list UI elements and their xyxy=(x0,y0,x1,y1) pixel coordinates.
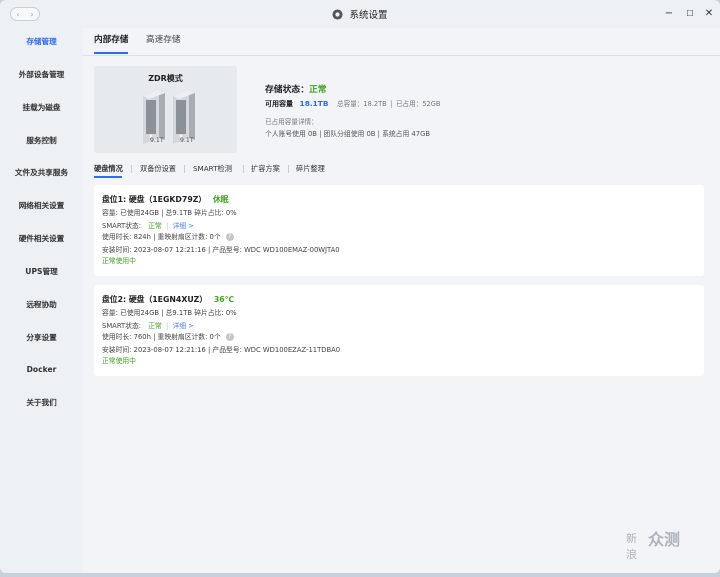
subtab-divider xyxy=(131,165,132,173)
sidebar-item-external-devices[interactable]: 外部设备管理 xyxy=(0,65,83,85)
sidebar-item-docker[interactable]: Docker xyxy=(0,360,83,380)
smart-label: SMART状态: xyxy=(102,222,142,230)
settings-window: ‹ › 系统设置 − ☐ ✕ 存储管理 外部设备管理 挂载为磁盘 服务控制 文件… xyxy=(0,0,720,573)
used-capacity-text: 已占用：52GB xyxy=(395,100,441,108)
capacity-line: 可用容量 18.1TB 总容量：18.2TB | 已占用：52GB xyxy=(265,99,441,108)
tab-internal-storage[interactable]: 内部存储 xyxy=(94,34,128,46)
watermark-right-text: 众测 xyxy=(648,530,681,549)
disk-usage-line: 使用时长: 824h | 重映射扇区计数: 0个 ? xyxy=(102,231,234,241)
disk-usage: 使用时长: 824h | 重映射扇区计数: 0个 xyxy=(102,233,221,241)
maximize-button[interactable]: ☐ xyxy=(684,8,696,20)
usage-detail-title: 已占用容量详情： xyxy=(265,118,318,126)
subtab-defrag[interactable]: 碎片整理 xyxy=(296,164,325,174)
hard-drive-icon xyxy=(143,90,165,144)
active-tab-indicator xyxy=(94,52,128,54)
zdr-mode-title: ZDR模式 xyxy=(148,74,183,83)
sidebar: 存储管理 外部设备管理 挂载为磁盘 服务控制 文件及共享服务 网络相关设置 硬件… xyxy=(0,28,83,573)
available-capacity-label: 可用容量 xyxy=(265,100,293,108)
disk-card: 盘位2: 硬盘（1EGN4XUZ） 36℃ 容量: 已使用24GB | 总9.1… xyxy=(94,285,704,376)
watermark: 新浪 众测 xyxy=(626,529,716,567)
disk-smart-line: SMART状态: 正常 | 详细 > xyxy=(102,322,194,330)
sidebar-item-about[interactable]: 关于我们 xyxy=(0,393,83,413)
window-title-group: 系统设置 xyxy=(0,0,720,28)
disk-install: 安装时间: 2023-08-07 12:21:16 | 产品型号: WDC WD… xyxy=(102,246,340,254)
settings-gear-icon xyxy=(332,8,344,20)
disk1-size-label: 9.1T xyxy=(150,137,164,144)
sidebar-item-file-sharing[interactable]: 文件及共享服务 xyxy=(0,163,83,183)
subtab-divider xyxy=(243,165,244,173)
sidebar-item-mount-disk[interactable]: 挂载为磁盘 xyxy=(0,98,83,118)
minimize-button[interactable]: − xyxy=(663,8,675,20)
close-button[interactable]: ✕ xyxy=(703,8,715,20)
subtab-divider xyxy=(288,165,289,173)
smart-value: 正常 xyxy=(148,322,162,330)
hard-drive-icon xyxy=(173,90,195,144)
disk-title: 盘位1: 硬盘（1EGKD79Z） xyxy=(102,195,207,204)
subtab-divider xyxy=(184,165,185,173)
sidebar-item-hardware[interactable]: 硬件相关设置 xyxy=(0,229,83,249)
disk-smart-line: SMART状态: 正常 | 详细 > xyxy=(102,222,194,230)
tab-highspeed-storage[interactable]: 高速存储 xyxy=(146,34,180,46)
main-panel: 内部存储 高速存储 ZDR模式 9.1T 9.1T 存储状态：正常 可用容量 1… xyxy=(83,28,720,573)
disk-usage-line: 使用时长: 760h | 重映射扇区计数: 0个 ? xyxy=(102,331,234,341)
subtab-smart[interactable]: SMART检测 xyxy=(193,164,232,174)
window-title: 系统设置 xyxy=(349,10,388,21)
subtab-disk-status[interactable]: 硬盘情况 xyxy=(94,164,123,174)
disk-capacity: 容量: 已使用24GB | 总9.1TB 碎片占比: 0% xyxy=(102,209,237,217)
storage-status-value: 正常 xyxy=(309,85,327,95)
sidebar-item-service-control[interactable]: 服务控制 xyxy=(0,131,83,151)
subtab-dual-backup[interactable]: 双备份设置 xyxy=(140,164,176,174)
sidebar-item-share-settings[interactable]: 分享设置 xyxy=(0,328,83,348)
watermark-left-text: 新浪 xyxy=(626,532,637,561)
disk-sub-tabs: 硬盘情况 双备份设置 SMART检测 扩容方案 碎片整理 xyxy=(94,164,708,178)
disk-card: 盘位1: 硬盘（1EGKD79Z） 休眠 容量: 已使用24GB | 总9.1T… xyxy=(94,185,704,276)
usage-detail-text: 个人账号使用 0B | 团队分组使用 0B | 系统占用 47GB xyxy=(265,130,431,138)
disk2-size-label: 9.1T xyxy=(180,137,194,144)
disk-card-title-line: 盘位2: 硬盘（1EGN4XUZ） 36℃ xyxy=(102,294,234,305)
available-capacity-value: 18.1TB xyxy=(299,99,329,108)
disk-usage: 使用时长: 760h | 重映射扇区计数: 0个 xyxy=(102,333,221,341)
subtab-expansion[interactable]: 扩容方案 xyxy=(251,164,280,174)
sidebar-item-network[interactable]: 网络相关设置 xyxy=(0,196,83,216)
smart-label: SMART状态: xyxy=(102,322,142,330)
disk-install: 安装时间: 2023-08-07 12:21:16 | 产品型号: WDC WD… xyxy=(102,346,341,354)
storage-status-line: 存储状态：正常 xyxy=(265,82,327,95)
smart-detail-link[interactable]: 详细 > xyxy=(173,222,194,230)
smart-value: 正常 xyxy=(148,222,162,230)
storage-status-label: 存储状态： xyxy=(265,85,309,95)
disk-note: 正常使用中 xyxy=(102,257,136,265)
tabs-divider xyxy=(83,55,720,56)
total-capacity-text: 总容量：18.2TB xyxy=(337,100,387,108)
disk-title: 盘位2: 硬盘（1EGN4XUZ） xyxy=(102,295,208,304)
disk-note: 正常使用中 xyxy=(102,357,136,365)
disk-state: 36℃ xyxy=(213,295,235,304)
zdr-mode-panel: ZDR模式 9.1T 9.1T xyxy=(94,66,237,153)
help-icon[interactable]: ? xyxy=(225,333,234,341)
title-bar: ‹ › 系统设置 − ☐ ✕ xyxy=(0,0,720,28)
sidebar-item-remote-assist[interactable]: 远程协助 xyxy=(0,295,83,315)
help-icon[interactable]: ? xyxy=(225,233,234,241)
disk-card-title-line: 盘位1: 硬盘（1EGKD79Z） 休眠 xyxy=(102,194,229,205)
sidebar-item-ups[interactable]: UPS管理 xyxy=(0,262,83,282)
active-subtab-indicator xyxy=(94,176,122,178)
smart-detail-link[interactable]: 详细 > xyxy=(173,322,194,330)
sidebar-item-storage[interactable]: 存储管理 xyxy=(0,32,83,52)
disk-state: 休眠 xyxy=(212,195,229,204)
disk-capacity: 容量: 已使用24GB | 总9.1TB 碎片占比: 0% xyxy=(102,309,237,317)
